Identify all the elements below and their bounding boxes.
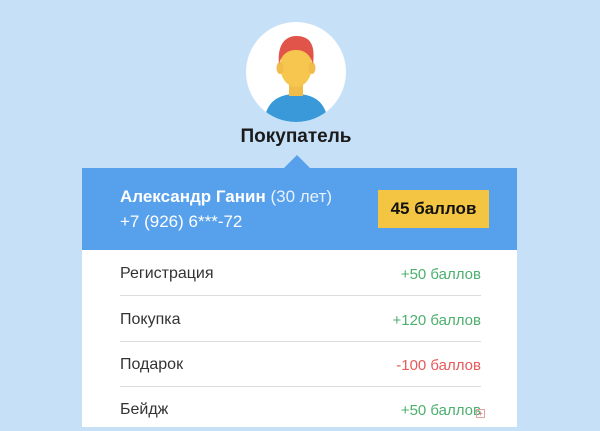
history-label: Покупка xyxy=(120,311,181,328)
user-card: Александр Ганин (30 лет) +7 (926) 6***-7… xyxy=(82,168,517,427)
history-value: +50 баллов xyxy=(400,266,481,283)
history-row-badge: Бейдж +50 баллов xyxy=(120,386,481,431)
history-label: Регистрация xyxy=(120,265,214,282)
points-history: Регистрация +50 баллов Покупка +120 балл… xyxy=(82,250,517,427)
user-name-line: Александр Ганин (30 лет) xyxy=(120,187,332,207)
user-age: (30 лет) xyxy=(270,187,333,206)
history-value: +120 баллов xyxy=(392,312,481,329)
card-pointer xyxy=(284,155,310,168)
role-label: Покупатель xyxy=(240,126,352,147)
user-name: Александр Ганин xyxy=(120,187,266,206)
user-avatar-icon xyxy=(246,22,346,122)
expand-icon[interactable]: + xyxy=(476,409,485,418)
history-value: -100 баллов xyxy=(396,357,481,374)
points-badge: 45 баллов xyxy=(378,190,489,228)
history-label: Бейдж xyxy=(120,401,169,418)
card-header: Александр Ганин (30 лет) +7 (926) 6***-7… xyxy=(82,168,517,250)
history-row-gift: Подарок -100 баллов xyxy=(120,341,481,387)
user-phone: +7 (926) 6***-72 xyxy=(120,212,243,231)
history-row-purchase: Покупка +120 баллов xyxy=(120,296,481,342)
history-label: Подарок xyxy=(120,356,184,373)
history-value: +50 баллов xyxy=(400,402,481,419)
history-row-registration: Регистрация +50 баллов xyxy=(120,250,481,296)
